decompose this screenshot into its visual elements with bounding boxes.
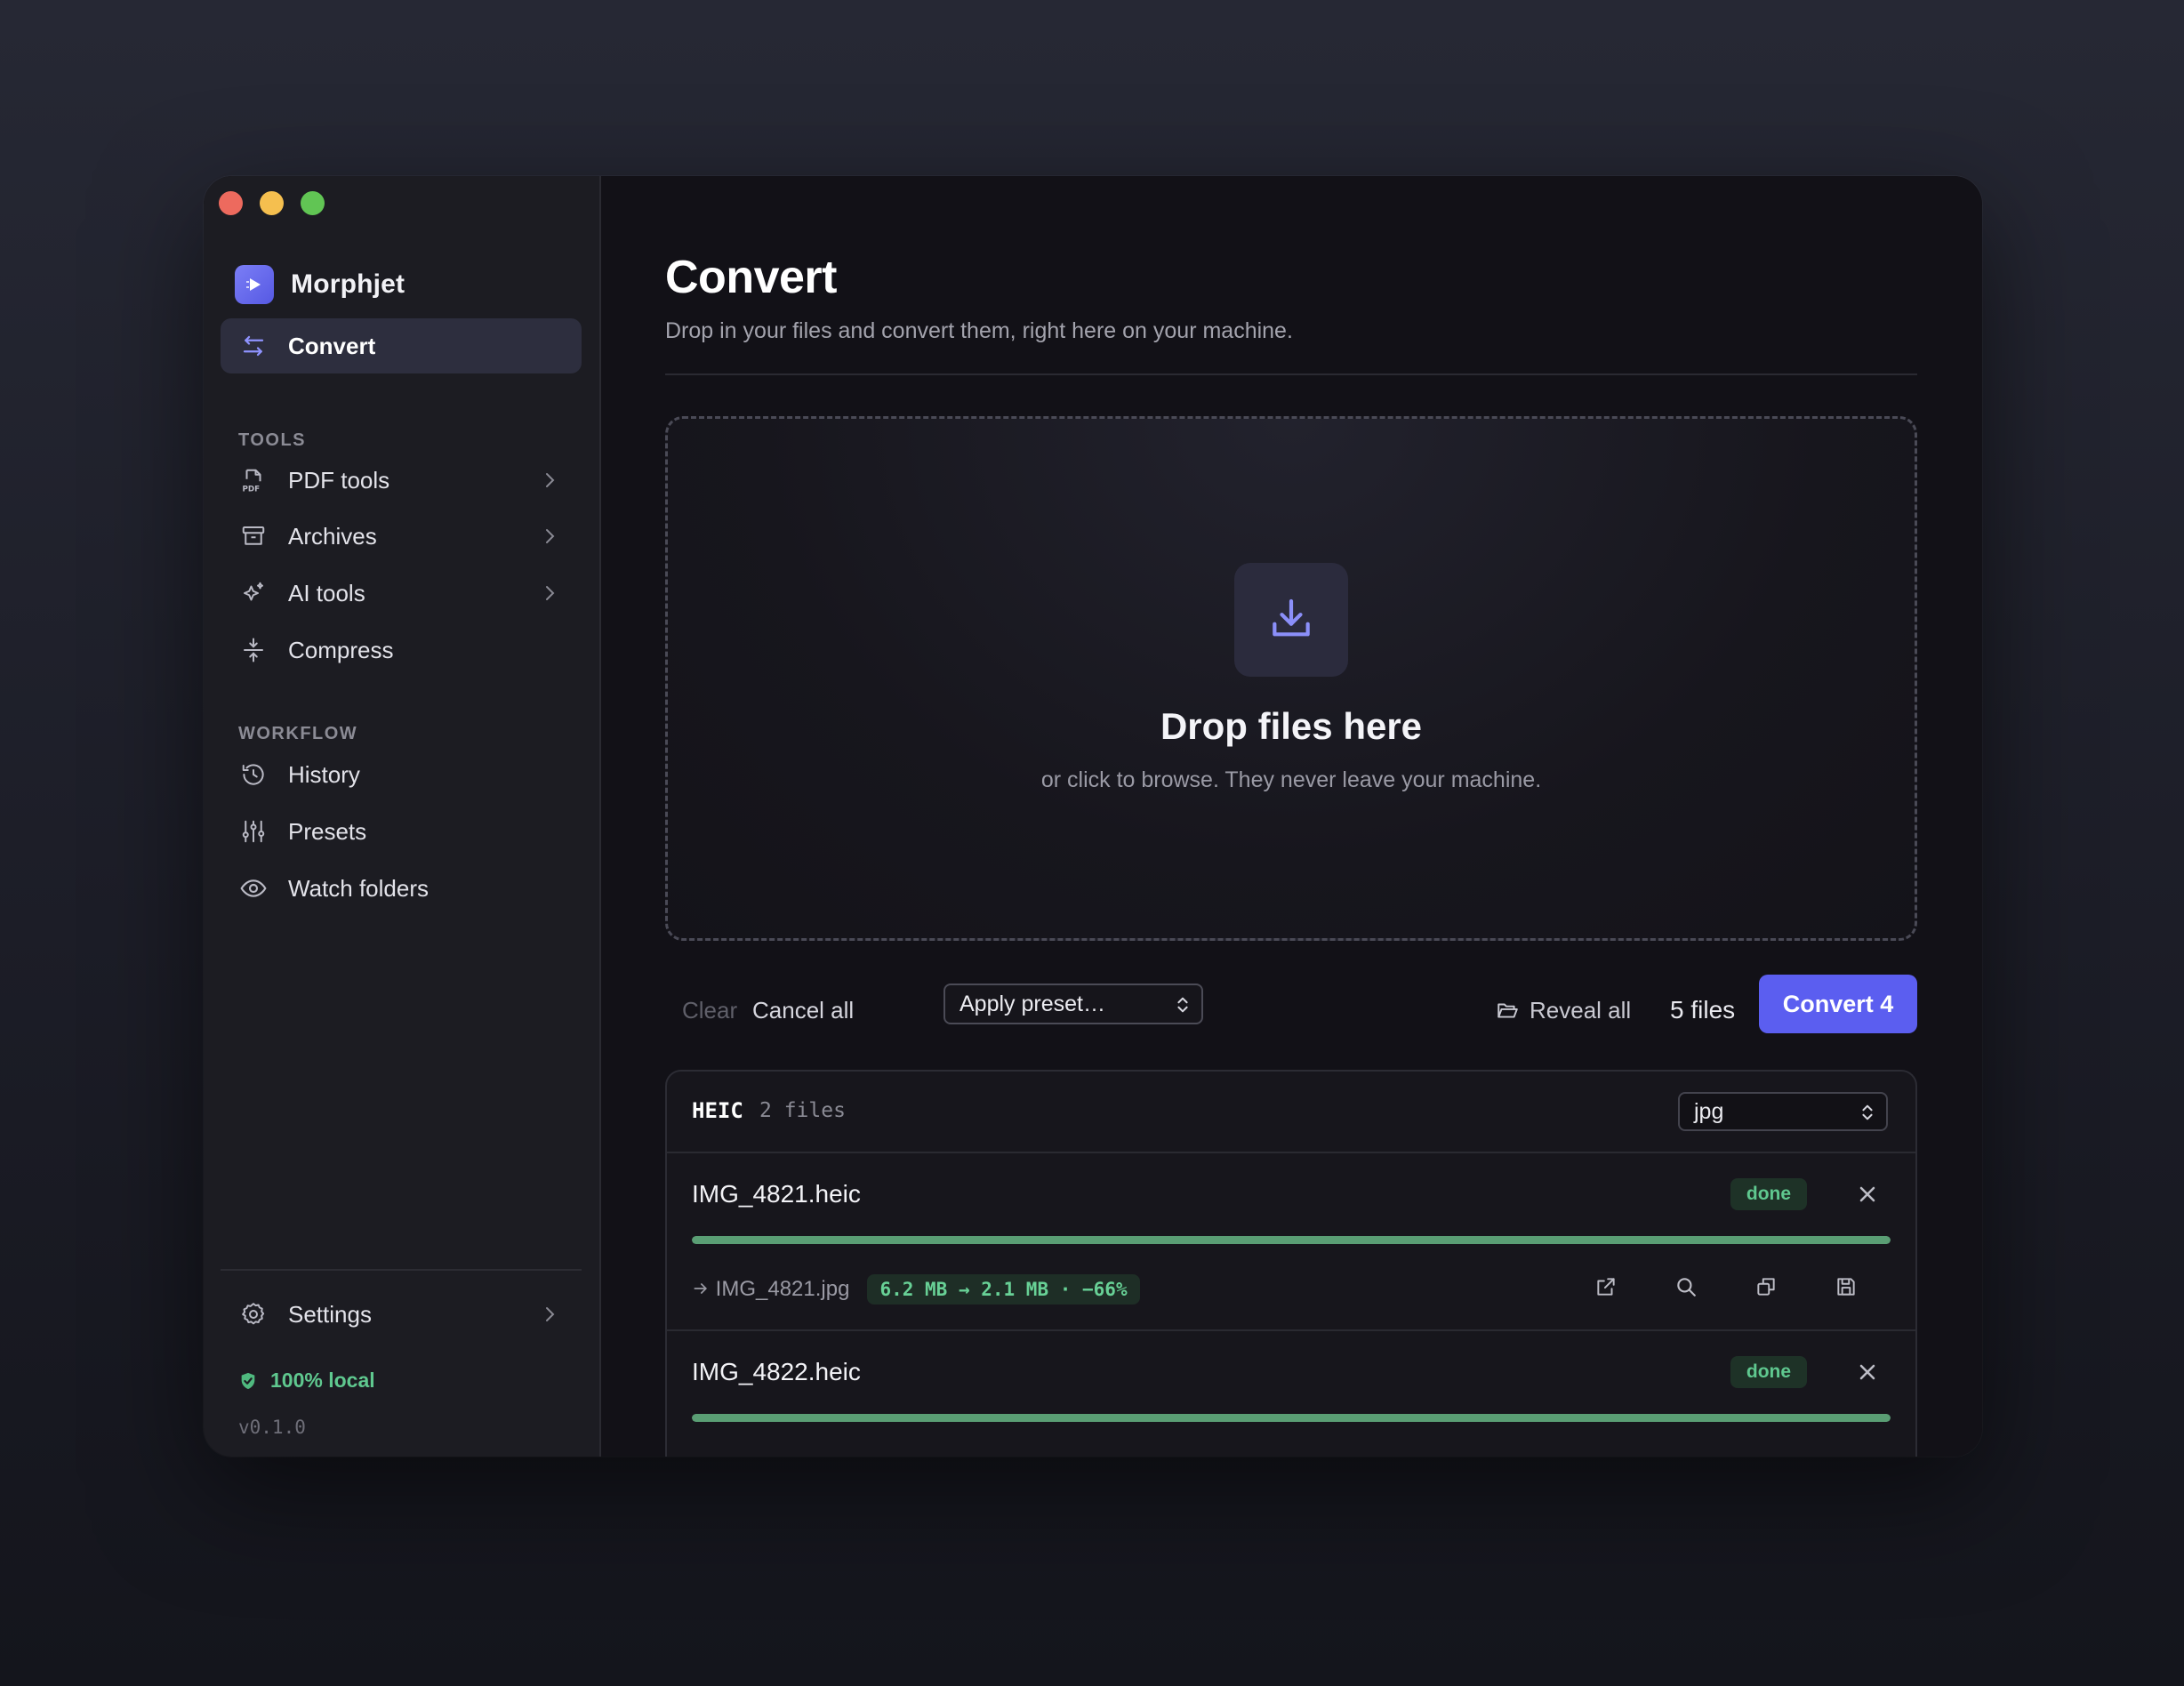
- chevron-right-icon: [546, 473, 555, 487]
- app-name: Morphjet: [291, 269, 405, 299]
- status-badge: done: [1730, 1178, 1807, 1210]
- gear-icon: [238, 1299, 269, 1329]
- sidebar-item-compress[interactable]: Compress: [221, 622, 582, 678]
- copy-icon[interactable]: [1752, 1273, 1780, 1301]
- sidebar-item-label: Convert: [288, 332, 376, 359]
- page-title: Convert: [665, 252, 837, 303]
- header-divider: [665, 373, 1917, 375]
- file-name: IMG_4822.heic: [692, 1358, 861, 1385]
- reveal-all-label: Reveal all: [1530, 997, 1632, 1024]
- file-row: IMG_4822.heic done: [667, 1331, 1915, 1457]
- sidebar-item-label: Archives: [288, 522, 377, 550]
- size-reduction-badge: 6.2 MB → 2.1 MB · −66%: [867, 1274, 1140, 1305]
- sliders-icon: [238, 816, 269, 847]
- compress-icon: [238, 635, 269, 665]
- sparkles-icon: [238, 578, 269, 608]
- progress-bar: [692, 1414, 1891, 1422]
- minimize-window-button[interactable]: [260, 191, 284, 215]
- search-icon[interactable]: [1672, 1273, 1700, 1301]
- eye-icon: [238, 873, 269, 903]
- progress-bar: [692, 1236, 1891, 1244]
- window-controls: [219, 191, 325, 215]
- history-icon: [238, 759, 269, 790]
- retry-icon[interactable]: [1911, 1273, 1915, 1301]
- apply-preset-select[interactable]: Apply preset…: [943, 984, 1203, 1024]
- sidebar-item-watch-folders[interactable]: Watch folders: [221, 861, 582, 916]
- shield-check-icon: [241, 1372, 255, 1389]
- file-row: IMG_4821.heic done IMG_4821.jpg 6.2 MB →…: [667, 1153, 1915, 1331]
- swap-arrows-icon: [238, 331, 269, 361]
- open-external-icon[interactable]: [1592, 1273, 1620, 1301]
- remove-file-icon[interactable]: [1855, 1360, 1880, 1385]
- reveal-all-button[interactable]: Reveal all: [1496, 992, 1631, 1028]
- output-info: IMG_4821.jpg 6.2 MB → 2.1 MB · −66%: [692, 1274, 1140, 1305]
- sidebar-item-label: AI tools: [288, 579, 365, 606]
- file-dropzone[interactable]: Drop files here or click to browse. They…: [665, 416, 1917, 941]
- chevron-right-icon: [546, 1307, 555, 1321]
- arrow-right-icon: [694, 1283, 707, 1294]
- output-file-name: IMG_4821.jpg: [715, 1277, 850, 1301]
- dropzone-subtitle: or click to browse. They never leave you…: [1040, 767, 1542, 792]
- sidebar-item-label: Settings: [288, 1300, 372, 1328]
- group-format: HEIC: [692, 1098, 743, 1123]
- sidebar-item-ai-tools[interactable]: AI tools: [221, 566, 582, 621]
- folder-open-icon: [1497, 1003, 1518, 1018]
- section-label-workflow: WORKFLOW: [238, 724, 358, 743]
- clear-button[interactable]: Clear: [682, 992, 737, 1028]
- close-window-button[interactable]: [219, 191, 243, 215]
- zoom-window-button[interactable]: [301, 191, 325, 215]
- sidebar-item-label: PDF tools: [288, 466, 390, 494]
- sidebar-item-label: Watch folders: [288, 874, 429, 902]
- target-format-value: jpg: [1694, 1098, 1724, 1124]
- sidebar-item-archives[interactable]: Archives: [221, 509, 582, 564]
- save-icon[interactable]: [1832, 1273, 1860, 1301]
- updown-chevron-icon: [1177, 997, 1188, 1013]
- sidebar-item-convert[interactable]: Convert: [221, 318, 582, 373]
- group-header: HEIC 2 files jpg: [667, 1072, 1915, 1153]
- page-subtitle: Drop in your files and convert them, rig…: [665, 318, 1293, 343]
- main-panel: Convert Drop in your files and convert t…: [601, 176, 1982, 1457]
- progress-fill: [692, 1236, 1891, 1244]
- chevron-right-icon: [546, 586, 555, 600]
- cancel-all-button[interactable]: Cancel all: [752, 992, 854, 1028]
- format-group-heic: HEIC 2 files jpg IMG_4821.heic done IMG_…: [665, 1070, 1917, 1457]
- sidebar: Morphjet Convert TOOLS PDF PDF tools Arc…: [204, 176, 601, 1457]
- app-version: v0.1.0: [238, 1417, 306, 1438]
- sidebar-item-pdf-tools[interactable]: PDF PDF tools: [221, 453, 582, 508]
- section-label-tools: TOOLS: [238, 430, 307, 450]
- app-logo-icon: [235, 265, 274, 304]
- app-window: Morphjet Convert TOOLS PDF PDF tools Arc…: [204, 176, 1982, 1457]
- archive-box-icon: [238, 521, 269, 551]
- chevron-right-icon: [546, 529, 555, 543]
- pdf-file-icon: PDF: [238, 465, 269, 495]
- sidebar-item-label: History: [288, 760, 360, 788]
- convert-button[interactable]: Convert 4: [1759, 975, 1917, 1033]
- file-name: IMG_4821.heic: [692, 1180, 861, 1208]
- brand: Morphjet: [235, 265, 405, 304]
- target-format-select[interactable]: jpg: [1678, 1092, 1888, 1131]
- output-file: IMG_4821.jpg: [692, 1277, 849, 1302]
- local-status: 100% local: [238, 1369, 375, 1393]
- group-file-count: 2 files: [759, 1099, 846, 1122]
- sidebar-item-label: Presets: [288, 817, 367, 845]
- progress-fill: [692, 1414, 1891, 1422]
- svg-text:PDF: PDF: [243, 486, 261, 494]
- sidebar-item-label: Compress: [288, 636, 394, 663]
- sidebar-item-history[interactable]: History: [221, 747, 582, 802]
- sidebar-divider: [221, 1269, 582, 1271]
- remove-file-icon[interactable]: [1855, 1182, 1880, 1207]
- dropzone-title: Drop files here: [1160, 705, 1423, 747]
- sidebar-item-presets[interactable]: Presets: [221, 804, 582, 859]
- status-badge: done: [1730, 1356, 1807, 1388]
- updown-chevron-icon: [1862, 1104, 1873, 1120]
- download-tray-icon: [1234, 563, 1348, 677]
- preset-select-value: Apply preset…: [960, 991, 1105, 1016]
- files-count: 5 files: [1670, 996, 1736, 1024]
- sidebar-item-settings[interactable]: Settings: [221, 1287, 582, 1342]
- local-label: 100% local: [270, 1369, 375, 1392]
